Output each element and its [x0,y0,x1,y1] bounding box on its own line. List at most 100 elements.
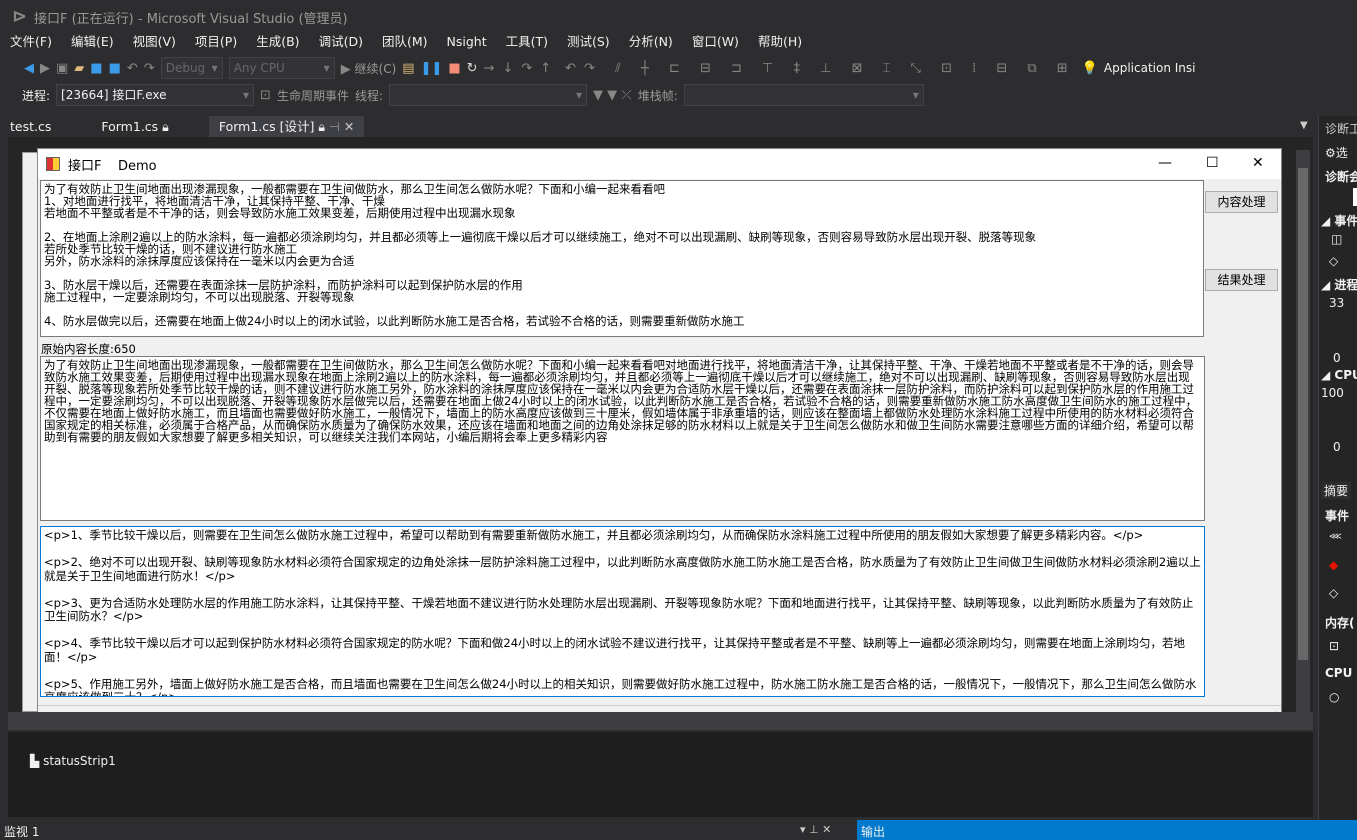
scrollbar-thumb[interactable] [1298,168,1308,660]
stack-frame-dropdown[interactable] [683,84,924,106]
menu-project[interactable]: 项目(P) [195,32,237,52]
thread-dropdown[interactable] [389,84,588,106]
diamond-icon: ◇ [1329,586,1339,600]
memory-axis-min: 0 [1333,351,1341,365]
close-tab-icon[interactable]: ✕ [344,119,354,134]
lifecycle-icon[interactable]: ⊡ [260,88,271,103]
memory-axis-max: 33 [1329,296,1345,310]
process-label: 进程: [22,88,51,103]
find-icon[interactable]: ▤ [402,61,414,76]
pin-icon[interactable]: ⊣ [329,119,340,134]
snapshot-icon[interactable]: ⊡ [1329,639,1339,653]
layout-align-icons[interactable]: ↶↷ ⫽ ┼ ⊏ ⊟ ⊐ ⊤ ‡ ⊥ ⊠ ⌶ ⤡ ⊡ ⁞ ⊟ ⧉ ⊞ [565,61,1076,76]
form-title-bar: 接口F Demo [38,149,1281,179]
menu-view[interactable]: 视图(V) [133,32,176,52]
tab-form1-designer[interactable]: Form1.cs [设计] 🔒︎ ⊣ ✕ [208,116,365,137]
step-icons[interactable]: →↓↷↑ [484,61,560,76]
result-textbox[interactable]: <p>1、季节比较干燥以后，则需要在卫生间怎么做防水施工过程中，希望可以帮助到有… [40,526,1205,697]
designer-horizontal-scrollbar[interactable] [8,712,1313,730]
processed-textbox[interactable]: 为了有效防止卫生间地面出现渗漏现象，一般都需要在卫生间做防水，那么卫生间怎么做防… [40,356,1205,521]
diag-process-memory[interactable]: ◢ 进程 [1321,276,1357,293]
undo-icon[interactable]: ↶ [127,61,138,76]
input-textbox[interactable]: 为了有效防止卫生间地面出现渗漏现象，一般都需要在卫生间做防水，那么卫生间怎么做防… [40,180,1204,337]
maximize-icon[interactable]: ☐ [1206,155,1219,171]
tab-form1-cs[interactable]: Form1.cs 🔒︎ [91,116,178,137]
debug-location-toolbar: 进程: [23664] 接口F.exe ⊡ 生命周期事件 线程: ▼ ▼ ⤫ 堆… [22,83,924,107]
redo-icon[interactable]: ↷ [144,61,155,76]
output-panel-tab[interactable]: 输出 [857,820,1357,840]
diagnostic-tools-panel: 诊断工 ⚙选 诊断会 ◢ 事件 ◫ ◇ ◢ 进程 33 0 ◢ CPU 100 … [1318,116,1357,820]
menu-analyze[interactable]: 分析(N) [629,32,673,52]
cpu-axis-min: 0 [1333,440,1341,454]
open-icon[interactable]: ▰ [74,61,84,76]
menu-nsight[interactable]: Nsight [447,32,487,52]
tab-overflow-icon[interactable]: ▼ [1300,120,1308,131]
menu-bar: 文件(F) 编辑(E) 视图(V) 项目(P) 生成(B) 调试(D) 团队(M… [0,32,1357,52]
watch-panel-tab[interactable]: 监视 1 [4,823,39,840]
forward-icon[interactable]: ▶ [40,61,50,76]
lock-icon: 🔒︎ [318,119,325,134]
stack-frame-label: 堆栈帧: [637,88,678,103]
back-icon[interactable]: ◀ [24,61,34,76]
play-icon: ▶ [340,61,351,77]
restart-icon[interactable]: ↻ [467,61,478,76]
gear-icon: ⚙ [1325,146,1336,160]
component-tray: ▙ statusStrip1 [8,732,1313,817]
stop-icon[interactable]: ■ [448,61,460,76]
timeline-ruler[interactable] [1353,188,1357,206]
platform-dropdown[interactable]: Any CPU [228,57,335,79]
tab-summary[interactable]: 摘要 [1321,482,1352,499]
diag-settings[interactable]: ⚙选 [1325,144,1348,161]
thread-label: 线程: [354,88,384,103]
cpu-axis-max: 100 [1321,386,1344,400]
application-insights-button[interactable]: Application Insi [1104,61,1196,75]
bottom-tool-panels: 监视 1 ▾ ⊥ ✕ 输出 [0,820,1357,840]
result-process-button[interactable]: 结果处理 [1205,269,1278,291]
events-icon: ⋘ [1329,532,1342,542]
menu-debug[interactable]: 调试(D) [319,32,363,52]
exception-icon: ◆ [1329,558,1339,572]
filter-icon[interactable]: ▼ ▼ ⤫ [593,88,632,103]
menu-file[interactable]: 文件(F) [10,32,52,52]
menu-build[interactable]: 生成(B) [256,32,299,52]
original-length-label: 原始内容长度:650 [41,342,136,356]
menu-test[interactable]: 测试(S) [567,32,610,52]
cpu-usage-header: CPU [1325,666,1353,680]
diag-events[interactable]: ◢ 事件 [1321,212,1357,229]
break-icon: ◫ [1331,232,1343,246]
menu-window[interactable]: 窗口(W) [692,32,739,52]
menu-tools[interactable]: 工具(T) [506,32,548,52]
form-title: 接口F Demo [68,158,157,174]
pause-icon[interactable]: ❚❚ [421,61,443,76]
menu-edit[interactable]: 编辑(E) [71,32,114,52]
close-icon[interactable]: ✕ [1252,155,1264,171]
save-icon[interactable]: ■ [90,61,102,76]
content-process-button[interactable]: 内容处理 [1205,191,1278,213]
diag-session: 诊断会 [1325,170,1357,184]
status-strip-icon: ▙ [30,754,40,768]
menu-team[interactable]: 团队(M) [382,32,428,52]
divider [38,705,1281,706]
title-bar: ⊳ 接口F (正在运行) - Microsoft Visual Studio (… [0,0,1357,32]
menu-help[interactable]: 帮助(H) [758,32,802,52]
diag-cpu[interactable]: ◢ CPU [1321,368,1357,382]
standard-toolbar: ◀ ▶ ▣ ▰ ■ ■ ↶ ↷ Debug Any CPU ▶ 继续(C) ▤ … [24,56,1195,80]
save-all-icon[interactable]: ■ [109,61,121,76]
window-title: 接口F (正在运行) - Microsoft Visual Studio (管理… [34,12,348,27]
running-form-window: 接口F Demo — ☐ ✕ 为了有效防止卫生间地面出现渗漏现象，一般都需要在卫… [37,148,1282,722]
memory-usage-header: 内存( [1325,616,1355,630]
diag-title: 诊断工 [1325,122,1357,136]
tab-test-cs[interactable]: test.cs [0,116,61,137]
record-icon[interactable]: ○ [1329,690,1339,704]
events-header: 事件 [1325,509,1350,523]
app-icon [46,157,60,171]
continue-button[interactable]: ▶ 继续(C) [341,60,397,77]
lifecycle-events-button[interactable]: 生命周期事件 [277,87,349,104]
configuration-dropdown[interactable]: Debug [160,57,223,79]
minimize-icon[interactable]: — [1158,155,1172,171]
panel-controls[interactable]: ▾ ⊥ ✕ [800,823,831,836]
process-dropdown[interactable]: [23664] 接口F.exe [56,84,255,106]
application-insights-icon[interactable]: 💡 [1082,61,1098,76]
new-project-icon[interactable]: ▣ [56,61,68,76]
status-strip-component[interactable]: ▙ statusStrip1 [30,754,116,768]
